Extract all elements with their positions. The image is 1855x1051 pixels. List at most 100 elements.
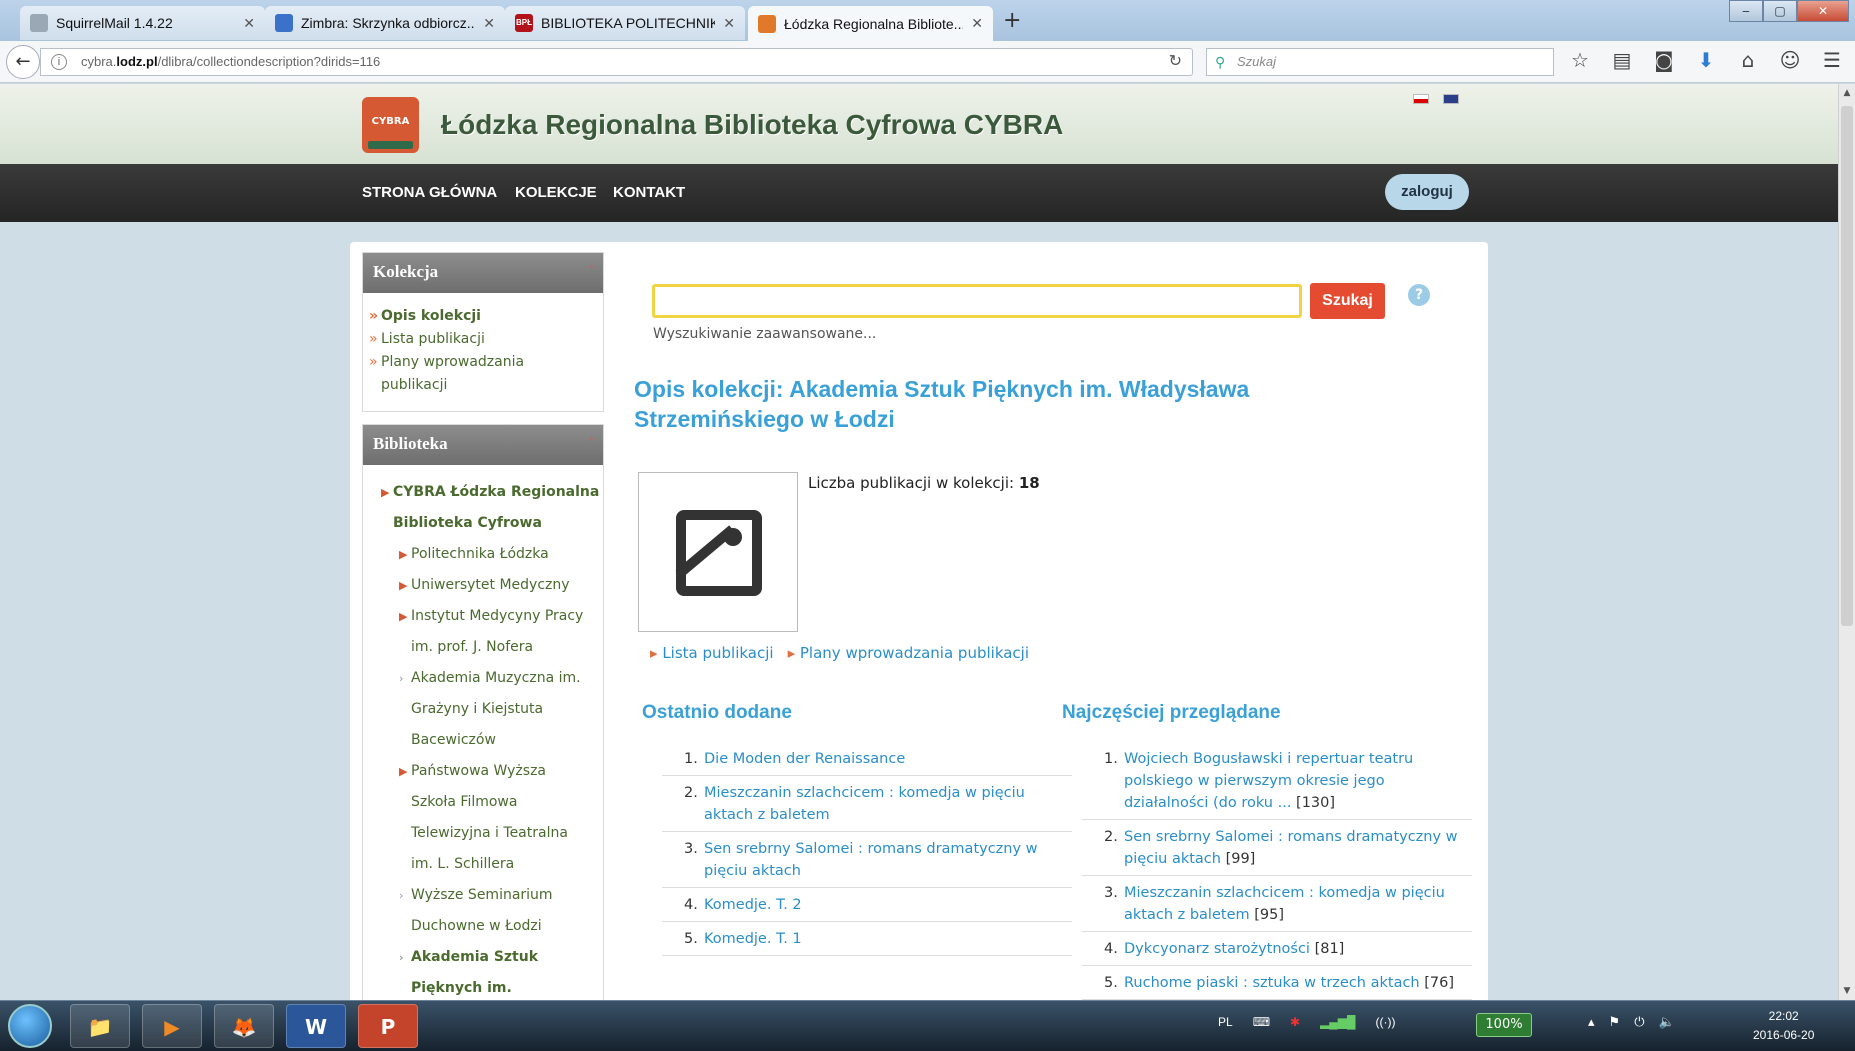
list-item[interactable]: 4. Dykcyonarz starożytności [81] xyxy=(1082,932,1472,966)
info-icon[interactable]: i xyxy=(51,54,67,70)
tree-item-asp[interactable]: Akademia Sztuk xyxy=(411,949,538,965)
close-tab-icon[interactable]: ✕ xyxy=(971,15,983,32)
tree-item-cybra[interactable]: CYBRA Łódzka Regionalna xyxy=(393,484,599,500)
vertical-scrollbar[interactable]: ▲ ▼ xyxy=(1838,84,1855,1000)
keyboard-icon[interactable]: ⌨ xyxy=(1253,1015,1270,1029)
tab-squirrelmail[interactable]: SquirrelMail 1.4.22 ✕ xyxy=(20,6,265,40)
list-item[interactable]: 3. Mieszczanin szlachcicem : komedja w pi… xyxy=(1082,876,1472,932)
url-bar[interactable]: i cybra.lodz.pl/dlibra/collectiondescrip… xyxy=(40,48,1193,76)
link-plany-wprowadzania[interactable]: Plany wprowadzania publikacji xyxy=(788,644,1029,662)
item-title[interactable]: Die Moden der Renaissance xyxy=(704,751,905,767)
list-item[interactable]: 2. Mieszczanin szlachcicem : komedja w pi… xyxy=(662,776,1072,832)
minimize-button[interactable]: ‒ xyxy=(1729,0,1763,22)
media-player-icon[interactable]: ▶ xyxy=(142,1004,202,1048)
bookmark-star-icon[interactable]: ☆ xyxy=(1568,48,1592,72)
firefox-icon[interactable]: 🦊 xyxy=(214,1004,274,1048)
tree-item-politechnika[interactable]: Politechnika Łódzka xyxy=(411,546,549,562)
close-tab-icon[interactable]: ✕ xyxy=(483,15,495,32)
sidebar-link-lista[interactable]: Lista publikacji xyxy=(363,328,603,351)
scroll-down-icon[interactable]: ▼ xyxy=(1839,986,1855,996)
close-window-button[interactable]: ✕ xyxy=(1797,0,1849,22)
item-title[interactable]: Dykcyonarz starożytności xyxy=(1124,941,1310,957)
language-indicator[interactable]: PL xyxy=(1218,1015,1233,1029)
collapsed-arrow-icon[interactable]: › xyxy=(399,663,403,694)
tree-item-pwsftvit-cont2[interactable]: Telewizyjna i Teatralna xyxy=(363,818,603,849)
tree-item-wsd-cont[interactable]: Duchowne w Łodzi xyxy=(363,911,603,942)
polish-flag-icon[interactable] xyxy=(1413,94,1429,104)
menu-collections[interactable]: KOLEKCJE xyxy=(515,184,597,201)
reload-icon[interactable]: ↻ xyxy=(1169,49,1182,75)
tab-zimbra[interactable]: Zimbra: Skrzynka odbiorcz... ✕ xyxy=(265,6,505,40)
list-item[interactable]: 1. Wojciech Bogusławski i repertuar teatr… xyxy=(1082,742,1472,820)
download-icon[interactable]: ⬇ xyxy=(1694,48,1718,72)
tree-item-pwsftvit-cont[interactable]: Szkoła Filmowa xyxy=(363,787,603,818)
collection-search-input[interactable] xyxy=(652,284,1302,318)
home-icon[interactable]: ⌂ xyxy=(1736,48,1760,72)
show-hidden-icon[interactable]: ▴ xyxy=(1588,1015,1595,1030)
tree-item-am-cont[interactable]: Grażyny i Kiejstuta xyxy=(363,694,603,725)
english-flag-icon[interactable] xyxy=(1443,94,1459,104)
sidebar-link-plany[interactable]: Plany wprowadzania xyxy=(363,351,603,374)
tree-item-cybra-cont[interactable]: Biblioteka Cyfrowa xyxy=(363,508,603,539)
list-item[interactable]: 2. Sen srebrny Salomei : romans dramatycz… xyxy=(1082,820,1472,876)
scroll-up-icon[interactable]: ▲ xyxy=(1839,88,1855,98)
chat-icon[interactable]: ☺ xyxy=(1778,48,1802,72)
advanced-search-link[interactable]: Wyszukiwanie zaawansowane... xyxy=(653,326,876,342)
item-title[interactable]: Sen srebrny Salomei : romans dramatyczny… xyxy=(704,841,1038,879)
start-button[interactable] xyxy=(8,1004,52,1048)
tree-item-wsd[interactable]: Wyższe Seminarium xyxy=(411,887,553,903)
tree-item-pwsftvit[interactable]: Państwowa Wyższa xyxy=(411,763,546,779)
wireless-icon[interactable]: ((·)) xyxy=(1376,1015,1396,1029)
item-title[interactable]: Komedje. T. 2 xyxy=(704,897,802,913)
tab-biblioteka[interactable]: BPŁ BIBLIOTEKA POLITECHNIKI... ✕ xyxy=(505,6,745,40)
list-item[interactable]: 3. Sen srebrny Salomei : romans dramatycz… xyxy=(662,832,1072,888)
tree-item-am[interactable]: Akademia Muzyczna im. xyxy=(411,670,581,686)
list-item[interactable]: 5. Ruchome piaski : sztuka w trzech aktac… xyxy=(1082,966,1472,1000)
menu-icon[interactable]: ☰ xyxy=(1820,48,1844,72)
scrollbar-thumb[interactable] xyxy=(1841,106,1853,626)
pin-icon[interactable]: ↑ xyxy=(588,251,595,289)
tree-item-pwsftvit-cont3[interactable]: im. L. Schillera xyxy=(363,849,603,880)
menu-home[interactable]: STRONA GŁÓWNA xyxy=(362,184,497,201)
reading-list-icon[interactable]: ▤ xyxy=(1610,48,1634,72)
item-title[interactable]: Wojciech Bogusławski i repertuar teatru … xyxy=(1124,751,1413,811)
volume-icon[interactable]: 🔈 xyxy=(1658,1015,1674,1030)
explorer-icon[interactable]: 📁 xyxy=(70,1004,130,1048)
tree-item-umed[interactable]: Uniwersytet Medyczny xyxy=(411,577,570,593)
tab-cybra[interactable]: Łódzka Regionalna Bibliote... ✕ xyxy=(748,6,993,41)
browser-search-input[interactable]: ⚲ Szukaj xyxy=(1206,48,1554,76)
expand-arrow-icon[interactable]: ▶ xyxy=(399,756,407,787)
item-title[interactable]: Mieszczanin szlachcicem : komedja w pięc… xyxy=(1124,885,1445,923)
site-title[interactable]: Łódzka Regionalna Biblioteka Cyfrowa CYB… xyxy=(441,109,1063,141)
tree-item-imp-cont[interactable]: im. prof. J. Nofera xyxy=(363,632,603,663)
list-item[interactable]: 1. Die Moden der Renaissance xyxy=(662,742,1072,776)
close-tab-icon[interactable]: ✕ xyxy=(723,15,735,32)
sidebar-link-opis[interactable]: Opis kolekcji xyxy=(363,305,603,328)
item-title[interactable]: Komedje. T. 1 xyxy=(704,931,802,947)
collapsed-arrow-icon[interactable]: › xyxy=(399,880,403,911)
word-icon[interactable]: W xyxy=(286,1004,346,1048)
menu-contact[interactable]: KONTAKT xyxy=(613,184,685,201)
tree-item-imp[interactable]: Instytut Medycyny Pracy xyxy=(411,608,583,624)
sidebar-link-plany-cont[interactable]: publikacji xyxy=(363,374,603,397)
item-title[interactable]: Sen srebrny Salomei : romans dramatyczny… xyxy=(1124,829,1458,867)
expand-arrow-icon[interactable]: ▶ xyxy=(399,539,407,570)
login-button[interactable]: zaloguj xyxy=(1385,174,1469,210)
search-button[interactable]: Szukaj xyxy=(1310,283,1385,319)
power-icon[interactable]: ⏻ xyxy=(1634,1015,1644,1030)
expand-arrow-icon[interactable]: ▶ xyxy=(399,601,407,632)
pocket-icon[interactable]: ◙ xyxy=(1652,48,1676,72)
powerpoint-icon[interactable]: P xyxy=(358,1004,418,1048)
collapsed-arrow-icon[interactable]: › xyxy=(399,942,404,973)
system-clock[interactable]: 22:02 2016-06-20 xyxy=(1753,1007,1814,1045)
item-title[interactable]: Ruchome piaski : sztuka w trzech aktach xyxy=(1124,975,1420,991)
tree-item-am-cont2[interactable]: Bacewiczów xyxy=(363,725,603,756)
help-icon[interactable]: ? xyxy=(1408,284,1430,306)
maximize-button[interactable]: ▢ xyxy=(1763,0,1797,22)
list-item[interactable]: 5. Komedje. T. 1 xyxy=(662,922,1072,956)
battery-indicator[interactable]: 100% xyxy=(1476,1013,1532,1037)
close-tab-icon[interactable]: ✕ xyxy=(243,15,255,32)
network-signal-icon[interactable]: ▂▄▆█ xyxy=(1320,1015,1355,1029)
security-icon[interactable]: ✱ xyxy=(1290,1015,1300,1029)
new-tab-icon[interactable]: + xyxy=(1003,8,1021,33)
